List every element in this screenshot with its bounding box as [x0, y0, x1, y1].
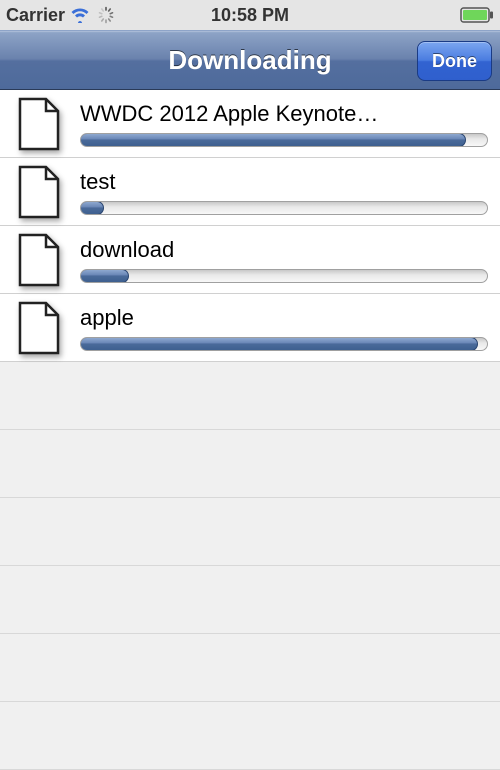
download-title: download: [80, 237, 488, 263]
empty-row: [0, 430, 500, 498]
file-icon: [16, 97, 62, 151]
list-item-content: WWDC 2012 Apple Keynote…: [80, 101, 488, 147]
battery-icon: [460, 7, 494, 23]
progress-fill: [80, 201, 104, 215]
done-button[interactable]: Done: [417, 41, 492, 81]
download-title: test: [80, 169, 488, 195]
file-icon: [16, 301, 62, 355]
status-bar: Carrier: [0, 0, 500, 30]
loading-spinner-icon: [97, 6, 115, 24]
progress-bar: [80, 201, 488, 215]
done-button-label: Done: [432, 51, 477, 72]
list-item[interactable]: apple: [0, 294, 500, 362]
list-item[interactable]: download: [0, 226, 500, 294]
status-time: 10:58 PM: [211, 5, 289, 26]
progress-bar: [80, 133, 488, 147]
list-item[interactable]: WWDC 2012 Apple Keynote…: [0, 90, 500, 158]
empty-row: [0, 362, 500, 430]
downloads-list[interactable]: WWDC 2012 Apple Keynote… test: [0, 90, 500, 770]
progress-fill: [80, 133, 466, 147]
file-icon: [16, 233, 62, 287]
carrier-label: Carrier: [6, 5, 65, 26]
progress-bar: [80, 337, 488, 351]
empty-row: [0, 498, 500, 566]
page-title: Downloading: [168, 45, 331, 76]
nav-bar: Downloading Done: [0, 30, 500, 90]
list-item-content: download: [80, 237, 488, 283]
progress-bar: [80, 269, 488, 283]
download-title: apple: [80, 305, 488, 331]
progress-fill: [80, 269, 129, 283]
empty-row: [0, 634, 500, 702]
empty-row: [0, 702, 500, 770]
list-item-content: test: [80, 169, 488, 215]
list-item-content: apple: [80, 305, 488, 351]
progress-fill: [80, 337, 478, 351]
file-icon: [16, 165, 62, 219]
empty-row: [0, 566, 500, 634]
wifi-icon: [69, 7, 91, 23]
status-left: Carrier: [6, 5, 115, 26]
status-right: [460, 7, 494, 23]
download-title: WWDC 2012 Apple Keynote…: [80, 101, 488, 127]
list-item[interactable]: test: [0, 158, 500, 226]
